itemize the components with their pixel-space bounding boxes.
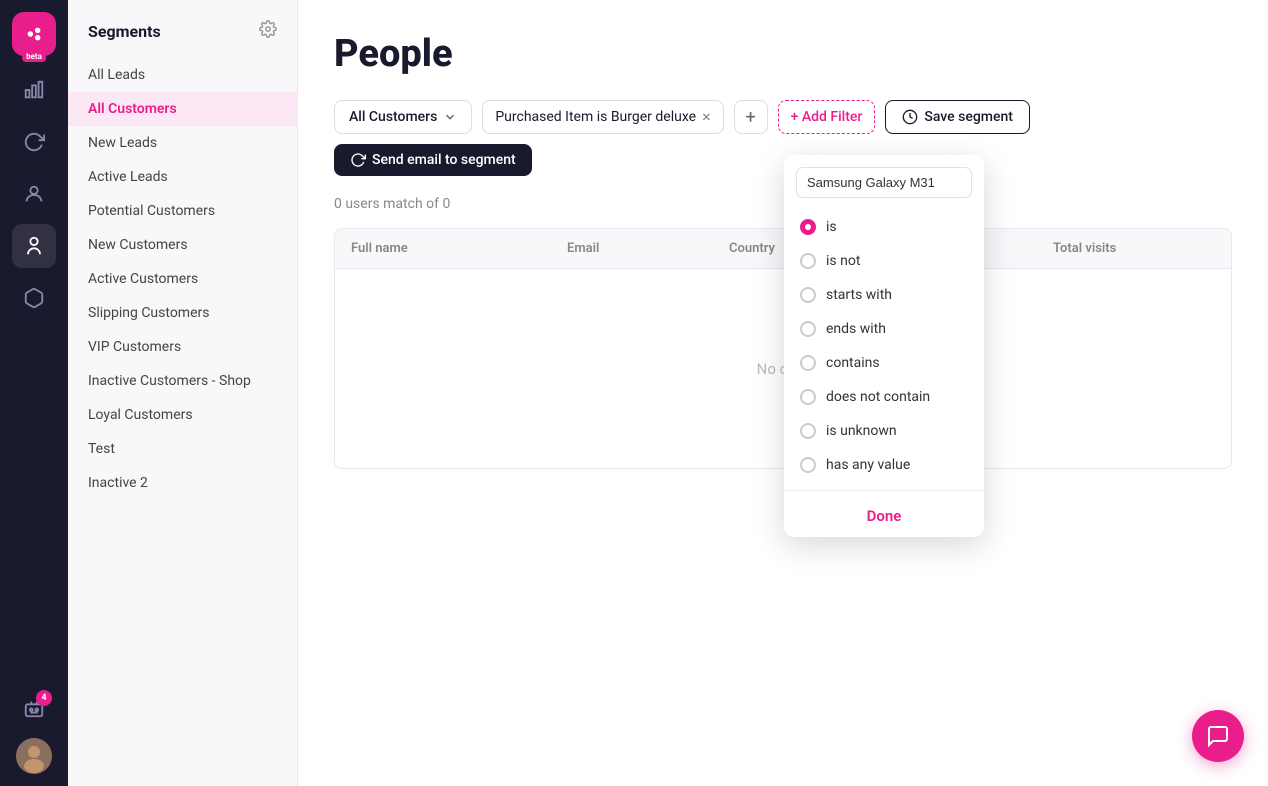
radio-starts-with[interactable] [800,287,816,303]
save-icon [902,109,918,125]
avatar-image [16,738,52,774]
option-starts-with-label: starts with [826,287,892,303]
sidebar-item-all-leads[interactable]: All Leads [68,58,297,92]
add-plus-button[interactable]: + [734,100,768,134]
col-header-total-visits: Total visits [1053,241,1215,256]
segment-label: All Customers [349,109,437,125]
sidebar-header: Segments [68,20,297,58]
option-has-any-value-label: has any value [826,457,910,473]
sidebar-item-all-customers[interactable]: All Customers [68,92,297,126]
sidebar-item-slipping-customers[interactable]: Slipping Customers [68,296,297,330]
option-is-not[interactable]: is not [784,244,984,278]
bar-chart-icon [23,79,45,101]
icon-bar: beta 4 [0,0,68,786]
send-email-label: Send email to segment [372,152,516,168]
user-avatar[interactable] [16,738,52,774]
save-segment-label: Save segment [924,109,1013,125]
send-email-button[interactable]: Send email to segment [334,144,532,176]
option-starts-with[interactable]: starts with [784,278,984,312]
dropdown-options-list: is is not starts with ends with contains… [784,206,984,486]
radio-contains[interactable] [800,355,816,371]
radio-has-any-value[interactable] [800,457,816,473]
chevron-down-icon [443,110,457,124]
people-table: Full name Email Country Last visit Total… [334,228,1232,469]
option-has-any-value[interactable]: has any value [784,448,984,482]
box-icon [23,287,45,309]
radio-does-not-contain[interactable] [800,389,816,405]
sidebar-item-active-customers[interactable]: Active Customers [68,262,297,296]
option-ends-with[interactable]: ends with [784,312,984,346]
sidebar-title: Segments [88,22,161,41]
filter-chip-close-icon[interactable]: × [702,109,711,125]
radio-is[interactable] [800,219,816,235]
sidebar-item-analytics[interactable] [12,68,56,112]
radio-is-unknown[interactable] [800,423,816,439]
sidebar-item-box[interactable] [12,276,56,320]
option-contains-label: contains [826,355,880,371]
sidebar-item-new-customers[interactable]: New Customers [68,228,297,262]
option-contains[interactable]: contains [784,346,984,380]
logo-button[interactable]: beta [12,12,56,56]
sidebar-item-new-leads[interactable]: New Leads [68,126,297,160]
sidebar-item-test[interactable]: Test [68,432,297,466]
radio-is-not[interactable] [800,253,816,269]
option-is-unknown[interactable]: is unknown [784,414,984,448]
save-segment-button[interactable]: Save segment [885,100,1030,134]
chat-icon [1206,724,1230,748]
sidebar-item-active-leads[interactable]: Active Leads [68,160,297,194]
sidebar-item-refresh[interactable] [12,120,56,164]
option-ends-with-label: ends with [826,321,886,337]
option-is[interactable]: is [784,210,984,244]
logo-icon [23,23,45,45]
refresh-icon [23,131,45,153]
notification-badge: 4 [36,690,52,706]
add-filter-button[interactable]: + Add Filter [778,100,876,134]
sidebar-item-user-circle[interactable] [12,172,56,216]
sidebar-item-people[interactable] [12,224,56,268]
user-circle-icon [23,183,45,205]
radio-ends-with[interactable] [800,321,816,337]
option-does-not-contain[interactable]: does not contain [784,380,984,414]
filter-condition-dropdown: is is not starts with ends with contains… [784,155,984,537]
segment-dropdown[interactable]: All Customers [334,100,472,134]
filter-chip-purchased-item[interactable]: Purchased Item is Burger deluxe × [482,100,723,134]
col-header-email: Email [567,241,729,256]
dropdown-search-area [784,155,984,206]
dropdown-search-input[interactable] [796,167,972,198]
filter-bar: All Customers Purchased Item is Burger d… [334,100,1232,176]
option-is-label: is [826,219,837,235]
sidebar-item-inactive-customers-shop[interactable]: Inactive Customers - Shop [68,364,297,398]
sidebar-item-vip-customers[interactable]: VIP Customers [68,330,297,364]
beta-badge: beta [22,51,46,62]
dropdown-done-button[interactable]: Done [784,495,984,537]
col-header-fullname: Full name [351,241,567,256]
sidebar-item-potential-customers[interactable]: Potential Customers [68,194,297,228]
main-content: People All Customers Purchased Item is B… [298,0,1268,786]
send-email-icon [350,152,366,168]
option-is-unknown-label: is unknown [826,423,897,439]
option-is-not-label: is not [826,253,860,269]
page-title: People [334,32,1232,76]
sidebar-item-inactive-2[interactable]: Inactive 2 [68,466,297,500]
table-header: Full name Email Country Last visit Total… [334,228,1232,269]
add-filter-label: + Add Filter [791,109,863,125]
dropdown-divider [784,490,984,491]
gear-icon[interactable] [259,20,277,42]
person-icon [23,235,45,257]
table-body: No data [334,269,1232,469]
sidebar-item-bot[interactable]: 4 [12,686,56,730]
sidebar: Segments All Leads All Customers New Lea… [68,0,298,786]
chat-button[interactable] [1192,710,1244,762]
sidebar-item-loyal-customers[interactable]: Loyal Customers [68,398,297,432]
option-does-not-contain-label: does not contain [826,389,930,405]
filter-chip-label: Purchased Item is Burger deluxe [495,109,696,125]
match-count: 0 users match of 0 [334,196,1232,212]
